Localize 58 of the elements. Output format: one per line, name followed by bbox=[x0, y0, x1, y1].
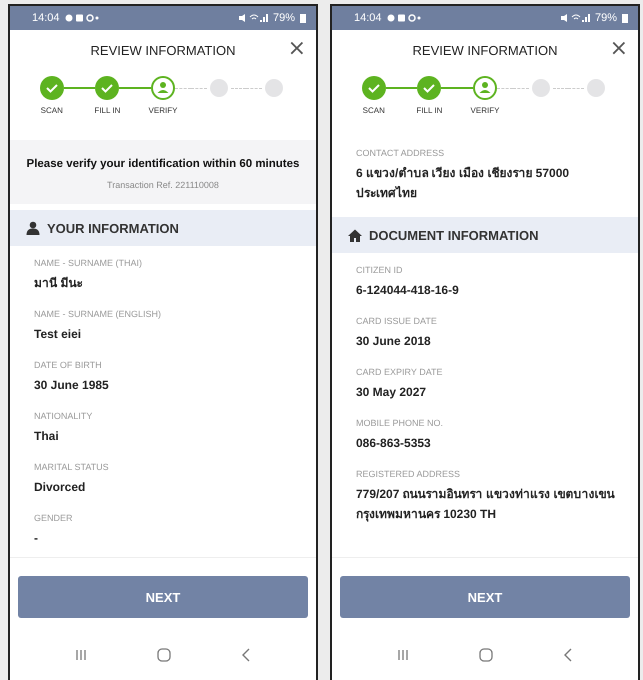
next-button[interactable]: NEXT bbox=[340, 576, 630, 618]
step-label: SCAN bbox=[362, 106, 385, 115]
recent-apps-icon[interactable] bbox=[75, 649, 87, 661]
field-label: GENDER bbox=[34, 513, 74, 523]
field-label: MARITAL STATUS bbox=[34, 462, 110, 472]
recent-apps-icon[interactable] bbox=[397, 649, 409, 661]
step-label: FILL IN bbox=[416, 106, 442, 115]
back-icon[interactable] bbox=[241, 648, 251, 662]
field-label: NAME - SURNAME (THAI) bbox=[34, 258, 143, 268]
field-value: มานี มีนะ bbox=[34, 275, 84, 292]
notification-icons-drawing bbox=[64, 13, 99, 23]
screen-title: REVIEW INFORMATION bbox=[90, 42, 236, 58]
field-label: NATIONALITY bbox=[34, 411, 94, 421]
status-time: 14:04 bbox=[354, 12, 382, 24]
field-value: 30 June 2018 bbox=[356, 333, 432, 350]
section-title: YOUR INFORMATION bbox=[47, 220, 179, 236]
battery-icon bbox=[300, 13, 306, 23]
field-label: DATE OF BIRTH bbox=[34, 360, 103, 370]
battery-icon bbox=[622, 13, 628, 23]
status-time: 14:04 bbox=[32, 12, 60, 24]
field-value: 779/207 ถนนรามอินทรา แขวงท่าแรง เขตบางเขน กรุงเทพมหานคร 10230 TH bbox=[356, 486, 616, 524]
home-button-icon[interactable] bbox=[479, 648, 493, 662]
close-button[interactable]: × bbox=[286, 38, 308, 60]
signal-icon bbox=[560, 13, 590, 23]
field-value: 6-124044-418-16-9 bbox=[356, 282, 460, 299]
home-button-icon[interactable] bbox=[157, 648, 171, 662]
screen-title: REVIEW INFORMATION bbox=[412, 42, 558, 58]
field-label: CARD ISSUE DATE bbox=[356, 316, 438, 326]
signal-icon bbox=[238, 13, 268, 23]
section-title: DOCUMENT INFORMATION bbox=[369, 228, 538, 242]
field-label: NAME - SURNAME (ENGLISH) bbox=[34, 309, 162, 319]
next-button[interactable]: NEXT bbox=[18, 576, 308, 618]
close-button[interactable]: × bbox=[608, 38, 630, 60]
battery-level: 79% bbox=[594, 12, 617, 24]
step-label: VERIFY bbox=[148, 106, 178, 115]
back-icon[interactable] bbox=[563, 648, 573, 662]
step-label: FILL IN bbox=[94, 106, 120, 115]
notification-icons-drawing bbox=[386, 13, 421, 23]
step-label: SCAN bbox=[40, 106, 63, 115]
field-value: 6 แขวง/ตำบล เวียง เมือง เชียงราย 57000 ประเทศไทย bbox=[356, 165, 570, 202]
field-label: CITIZEN ID bbox=[356, 265, 404, 275]
field-label: CARD EXPIRY DATE bbox=[356, 367, 444, 377]
notice-text: Please verify your identification within 60 minutes bbox=[26, 158, 300, 170]
transaction-ref: Transaction Ref. 221110008 bbox=[107, 180, 219, 190]
home-icon bbox=[348, 228, 362, 242]
field-value: 086-863-5353 bbox=[356, 435, 432, 452]
field-value: Divorced bbox=[34, 479, 86, 496]
field-label: REGISTERED ADDRESS bbox=[356, 469, 462, 479]
battery-level: 79% bbox=[272, 12, 295, 24]
field-value: Thai bbox=[34, 428, 60, 445]
step-label: VERIFY bbox=[470, 106, 500, 115]
field-value: 30 May 2027 bbox=[356, 384, 428, 401]
field-label: CONTACT ADDRESS bbox=[356, 148, 446, 158]
field-value: - bbox=[34, 530, 39, 547]
field-label: MOBILE PHONE NO. bbox=[356, 418, 444, 428]
person-icon bbox=[26, 221, 40, 235]
field-value: Test eiei bbox=[34, 326, 82, 343]
field-value: 30 June 1985 bbox=[34, 377, 110, 394]
